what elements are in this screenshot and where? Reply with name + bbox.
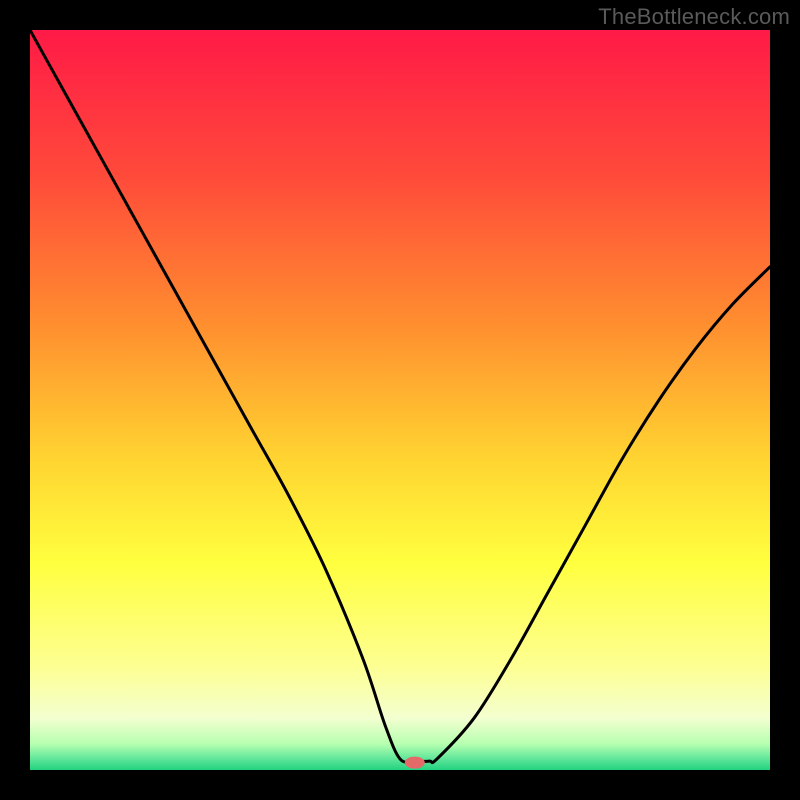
bottleneck-chart xyxy=(0,0,800,800)
watermark-text: TheBottleneck.com xyxy=(598,4,790,30)
chart-frame: TheBottleneck.com xyxy=(0,0,800,800)
optimal-point xyxy=(405,757,425,769)
